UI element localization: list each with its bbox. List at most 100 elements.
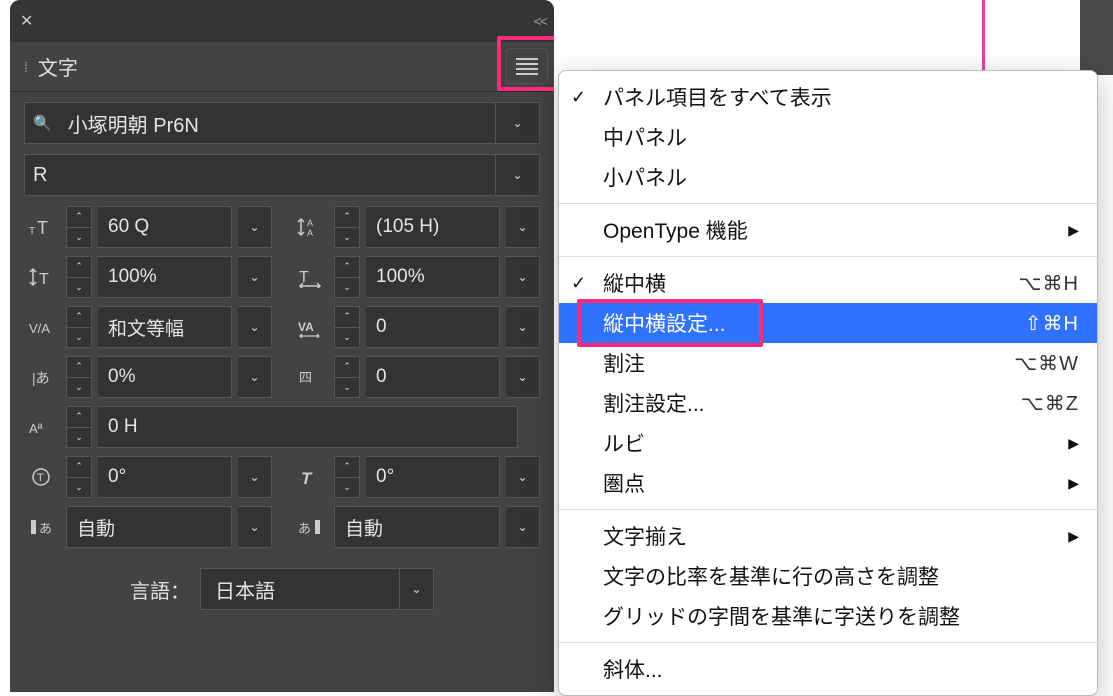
stepper-down-icon[interactable]: ⌄ [67, 428, 91, 448]
stepper-up-icon[interactable]: ⌃ [335, 357, 359, 378]
tracking-value[interactable]: 0 [366, 306, 500, 348]
stepper[interactable]: ⌃⌄ [334, 456, 360, 498]
auto1-value[interactable]: 自動 [66, 506, 232, 548]
stepper[interactable]: ⌃⌄ [66, 256, 92, 298]
font-family-row: 🔍 小塚明朝 Pr6N ⌄ [24, 102, 540, 144]
tsume-value[interactable]: 0% [98, 356, 232, 398]
baseline-value[interactable]: 0 H [98, 406, 518, 448]
menu-item[interactable]: 圏点▶ [559, 463, 1097, 503]
aki-dropdown[interactable]: ⌄ [506, 356, 540, 398]
submenu-arrow-icon: ▶ [1068, 475, 1079, 492]
vscale-dropdown[interactable]: ⌄ [238, 256, 272, 298]
stepper[interactable]: ⌃⌄ [334, 306, 360, 348]
baseline-control: Aª ⌃⌄ 0 H [24, 406, 540, 448]
hamburger-icon [516, 58, 538, 75]
stepper[interactable]: ⌃⌄ [66, 206, 92, 248]
stepper-down-icon[interactable]: ⌄ [335, 478, 359, 498]
stepper[interactable]: ⌃⌄ [66, 306, 92, 348]
stepper[interactable]: ⌃⌄ [66, 356, 92, 398]
font-family-input[interactable]: 🔍 小塚明朝 Pr6N [24, 102, 496, 144]
stepper[interactable]: ⌃⌄ [334, 356, 360, 398]
submenu-arrow-icon: ▶ [1068, 222, 1079, 239]
auto2-dropdown[interactable]: ⌄ [506, 506, 540, 548]
menu-item[interactable]: OpenType 機能▶ [559, 210, 1097, 250]
font-style-input[interactable]: R [24, 154, 496, 196]
vscale-value[interactable]: 100% [98, 256, 232, 298]
leading-value[interactable]: (105 H) [366, 206, 500, 248]
stepper-up-icon[interactable]: ⌃ [67, 207, 91, 228]
chevron-down-icon: ⌄ [249, 520, 259, 534]
tracking-icon: VA [292, 316, 328, 338]
stepper-up-icon[interactable]: ⌃ [335, 207, 359, 228]
menu-item-label: グリッドの字間を基準に字送りを調整 [603, 601, 960, 631]
font-style-dropdown[interactable]: ⌄ [496, 154, 540, 196]
vertical-scale-icon: T [24, 266, 60, 288]
hscale-value[interactable]: 100% [366, 256, 500, 298]
stepper-up-icon[interactable]: ⌃ [67, 307, 91, 328]
tracking-dropdown[interactable]: ⌄ [506, 306, 540, 348]
stepper-up-icon[interactable]: ⌃ [67, 407, 91, 428]
stepper-up-icon[interactable]: ⌃ [335, 257, 359, 278]
menu-item[interactable]: ✓パネル項目をすべて表示 [559, 77, 1097, 117]
menu-item[interactable]: 縦中横設定...⇧⌘H [559, 303, 1097, 343]
panel-menu-button[interactable] [506, 48, 548, 84]
baseline-shift-icon: Aª [24, 416, 60, 438]
auto1-dropdown[interactable]: ⌄ [238, 506, 272, 548]
language-dropdown[interactable]: ⌄ [400, 568, 434, 610]
stepper-up-icon[interactable]: ⌃ [335, 307, 359, 328]
leading-dropdown[interactable]: ⌄ [506, 206, 540, 248]
menu-item[interactable]: 割注⌥⌘W [559, 343, 1097, 383]
stepper[interactable]: ⌃⌄ [66, 406, 92, 448]
stepper-up-icon[interactable]: ⌃ [335, 457, 359, 478]
stepper-up-icon[interactable]: ⌃ [67, 257, 91, 278]
font-size-value[interactable]: 60 Q [98, 206, 232, 248]
svg-text:VA: VA [298, 320, 314, 334]
stepper-down-icon[interactable]: ⌄ [67, 378, 91, 398]
tsume-dropdown[interactable]: ⌄ [238, 356, 272, 398]
menu-item[interactable]: グリッドの字間を基準に字送りを調整 [559, 596, 1097, 636]
menu-item[interactable]: 小パネル [559, 157, 1097, 197]
chevron-down-icon: ⌄ [512, 168, 522, 182]
tab-character[interactable]: ⁞ 文字 [10, 42, 92, 91]
stepper-down-icon[interactable]: ⌄ [67, 478, 91, 498]
stepper-up-icon[interactable]: ⌃ [67, 357, 91, 378]
rotation-value[interactable]: 0° [98, 456, 232, 498]
stepper-down-icon[interactable]: ⌄ [67, 278, 91, 298]
language-select[interactable]: 日本語 ⌄ [200, 568, 434, 610]
auto2-value[interactable]: 自動 [334, 506, 500, 548]
menu-item[interactable]: 文字の比率を基準に行の高さを調整 [559, 556, 1097, 596]
svg-text:T: T [29, 226, 35, 237]
rotation-dropdown[interactable]: ⌄ [238, 456, 272, 498]
aki-value[interactable]: 0 [366, 356, 500, 398]
stepper-up-icon[interactable]: ⌃ [67, 457, 91, 478]
kerning-value[interactable]: 和文等幅 [98, 306, 232, 348]
font-family-dropdown[interactable]: ⌄ [496, 102, 540, 144]
hscale-dropdown[interactable]: ⌄ [506, 256, 540, 298]
menu-item[interactable]: 文字揃え▶ [559, 516, 1097, 556]
stepper[interactable]: ⌃⌄ [334, 206, 360, 248]
menu-item[interactable]: 中パネル [559, 117, 1097, 157]
menu-item[interactable]: ✓縦中横⌥⌘H [559, 263, 1097, 303]
close-icon[interactable]: ✕ [10, 11, 43, 31]
stepper-down-icon[interactable]: ⌄ [67, 328, 91, 348]
font-size-dropdown[interactable]: ⌄ [238, 206, 272, 248]
chevron-down-icon: ⌄ [517, 320, 527, 334]
tsume-icon: |あ [24, 366, 60, 388]
menu-shortcut: ⌥⌘H [1019, 271, 1080, 296]
stepper[interactable]: ⌃⌄ [66, 456, 92, 498]
menu-shortcut: ⌥⌘W [1014, 351, 1079, 376]
stepper-down-icon[interactable]: ⌄ [335, 278, 359, 298]
kerning-dropdown[interactable]: ⌄ [238, 306, 272, 348]
menu-item[interactable]: ルビ▶ [559, 423, 1097, 463]
skew-dropdown[interactable]: ⌄ [506, 456, 540, 498]
menu-item[interactable]: 斜体... [559, 649, 1097, 689]
stepper-down-icon[interactable]: ⌄ [335, 228, 359, 248]
menu-item[interactable]: 割注設定...⌥⌘Z [559, 383, 1097, 423]
kerning-icon: V/A [24, 316, 60, 338]
stepper-down-icon[interactable]: ⌄ [335, 328, 359, 348]
stepper-down-icon[interactable]: ⌄ [67, 228, 91, 248]
stepper[interactable]: ⌃⌄ [334, 256, 360, 298]
stepper-down-icon[interactable]: ⌄ [335, 378, 359, 398]
skew-value[interactable]: 0° [366, 456, 500, 498]
collapse-icon[interactable]: << [534, 13, 546, 29]
